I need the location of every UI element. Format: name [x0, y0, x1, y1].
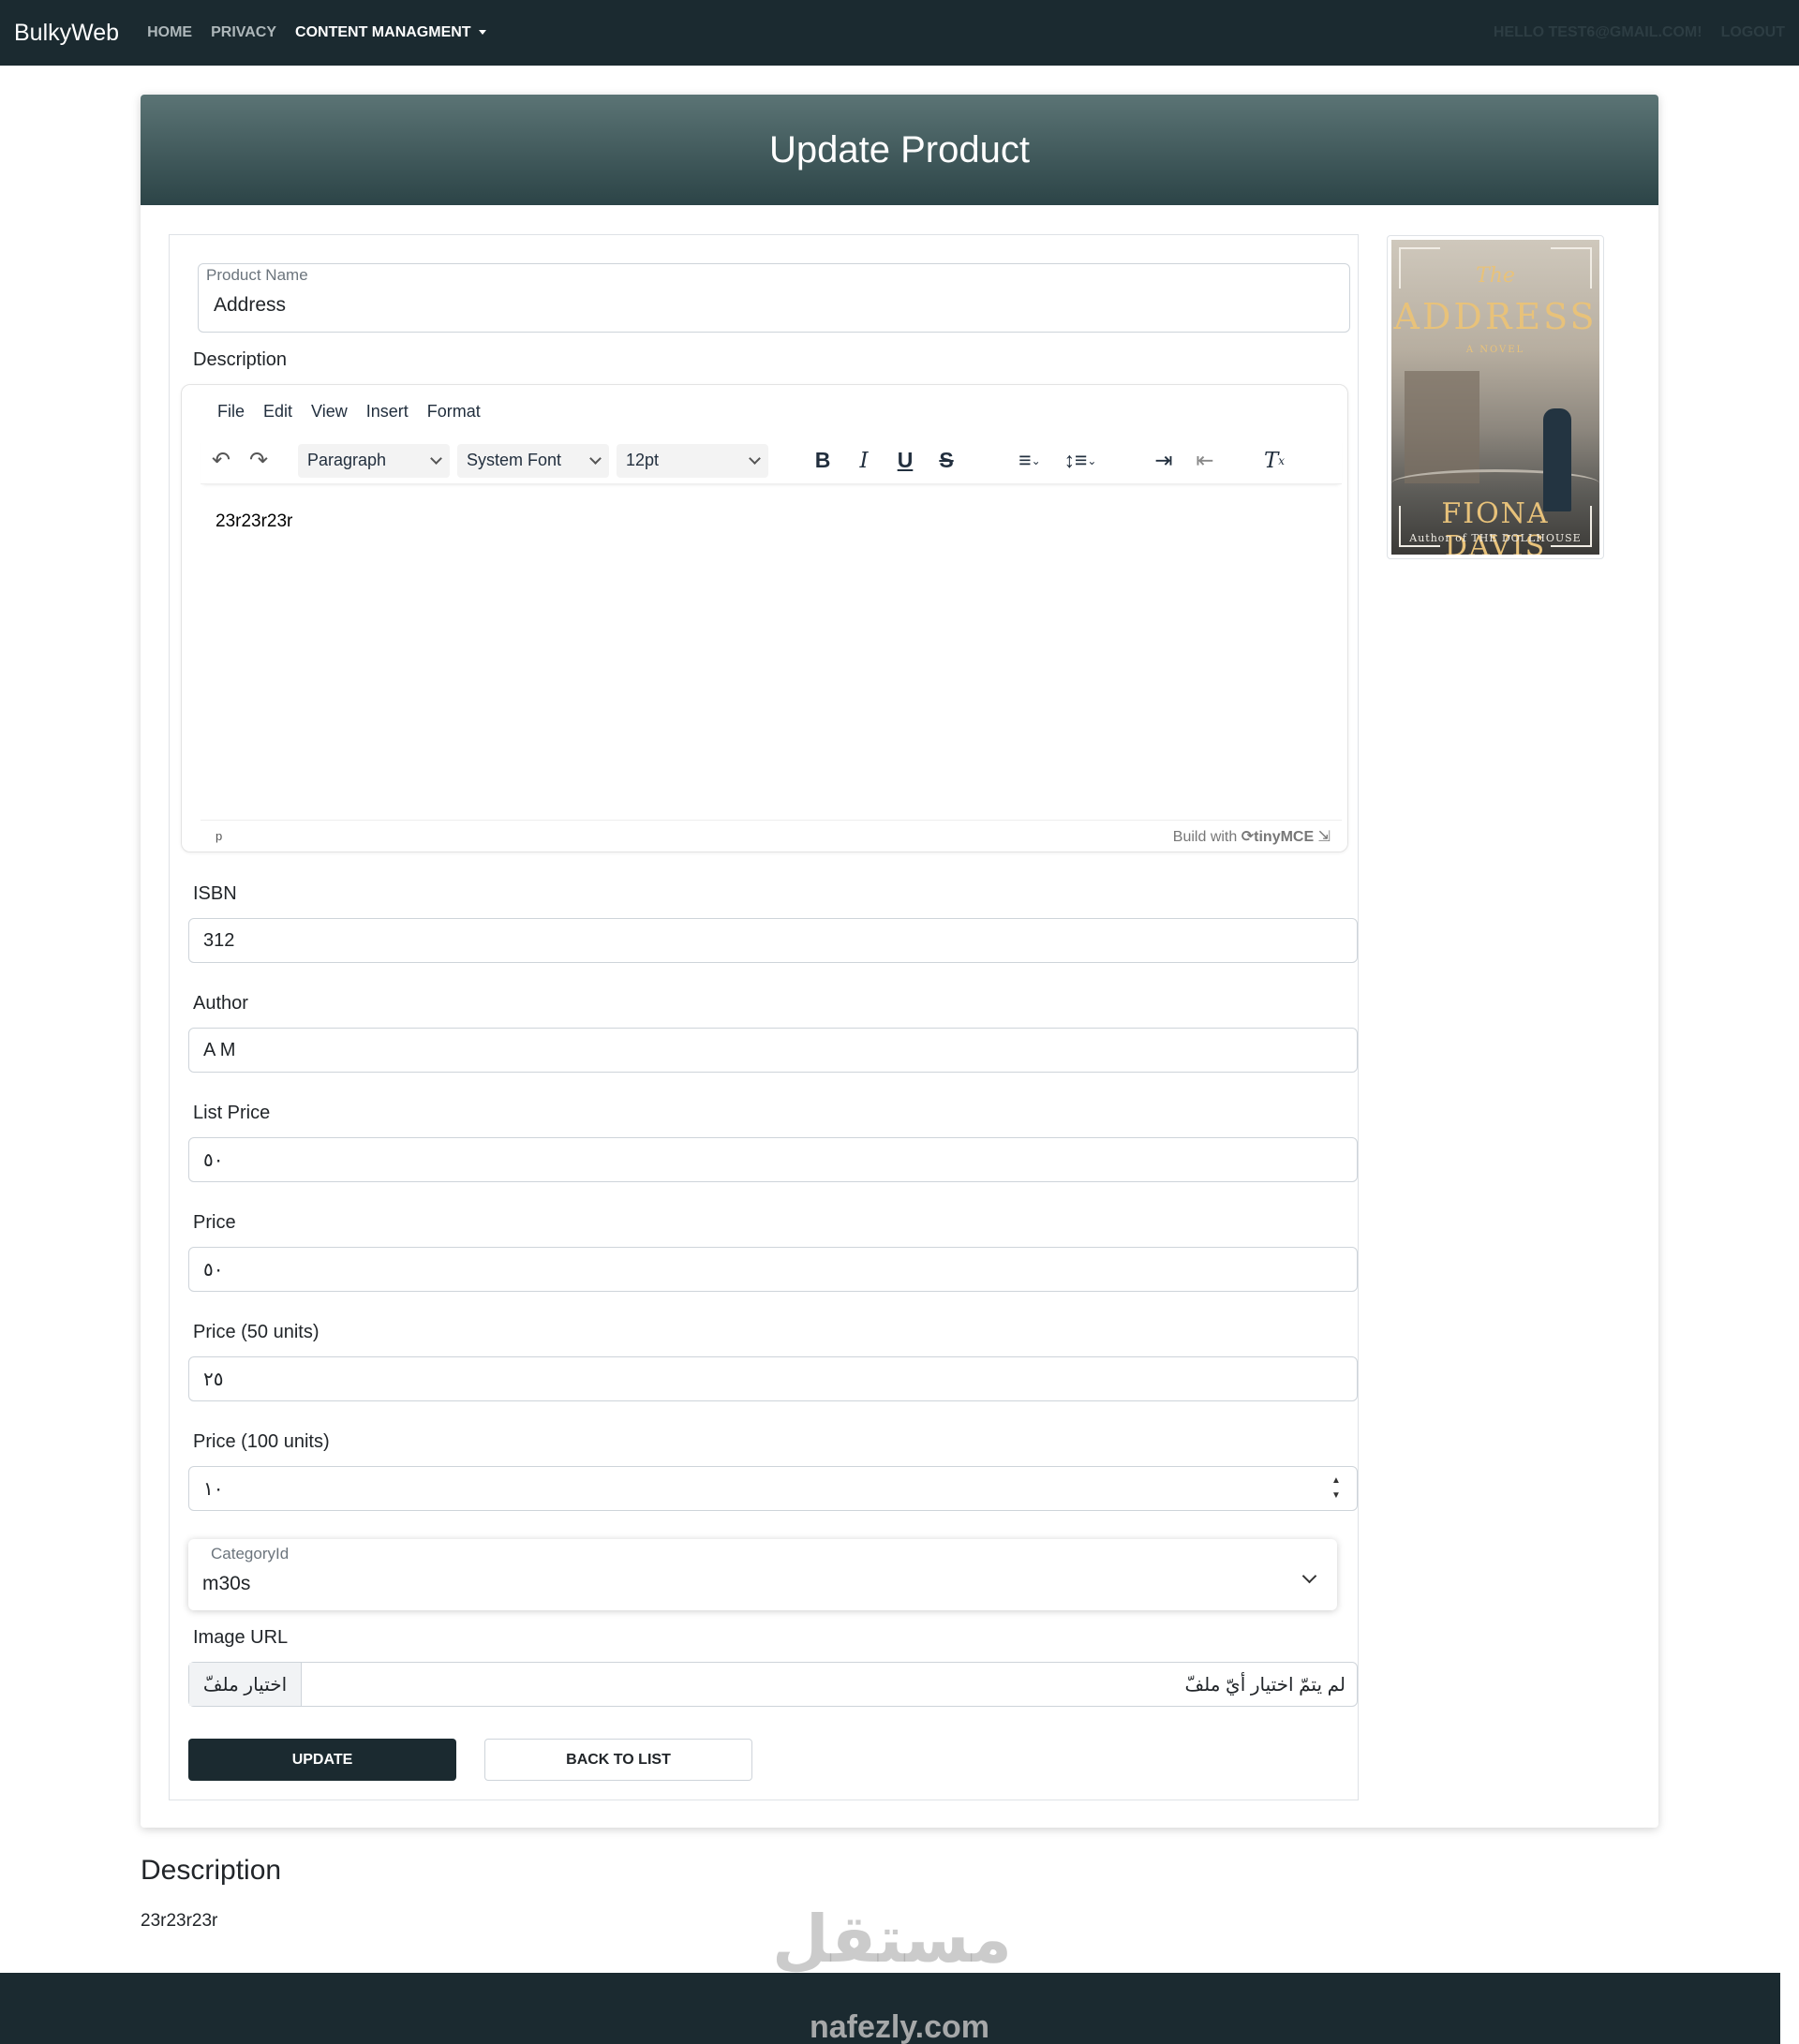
font-size-value: 12pt — [626, 451, 660, 469]
author-label: Author — [193, 993, 248, 1014]
caret-down-icon — [478, 30, 486, 36]
back-to-list-button[interactable]: Back To List — [484, 1739, 752, 1781]
editor-menubar: File Edit View Insert Format — [217, 402, 481, 422]
price-100-label: Price (100 units) — [193, 1431, 330, 1452]
nav-privacy[interactable]: Privacy — [211, 24, 276, 41]
product-name-field[interactable]: Product Name Address — [198, 263, 1350, 333]
number-spinner[interactable]: ▲ ▼ — [1329, 1475, 1344, 1502]
bold-icon[interactable]: B — [802, 444, 843, 478]
isbn-label: ISBN — [193, 883, 237, 904]
align-left-icon[interactable]: ≡ ⌄ — [1004, 444, 1055, 478]
tinymce-branding[interactable]: Build with ⟳tinyMCE ⇲ — [1173, 827, 1331, 846]
choose-file-button[interactable]: اختيار ملفّ — [189, 1663, 302, 1706]
nav-content-management-dropdown[interactable]: Content Managment — [295, 24, 486, 41]
menu-edit[interactable]: Edit — [263, 402, 292, 422]
resize-handle-icon[interactable]: ⇲ — [1318, 829, 1331, 845]
product-image-frame: The ADDRESS A NOVEL FIONA DAVIS Author o… — [1387, 235, 1604, 559]
block-format-select[interactable]: Paragraph — [298, 443, 450, 478]
menu-file[interactable]: File — [217, 402, 245, 422]
description-label: Description — [193, 349, 288, 370]
menu-format[interactable]: Format — [427, 402, 481, 422]
price-100-value: ١٠ — [203, 1478, 224, 1500]
italic-icon[interactable]: I — [843, 444, 885, 478]
product-name-label: Product Name — [204, 266, 310, 285]
branding-name: tinyMCE — [1254, 828, 1315, 845]
font-family-select[interactable]: System Font — [457, 443, 609, 478]
font-family-value: System Font — [467, 451, 562, 469]
price-50-label: Price (50 units) — [193, 1322, 320, 1342]
navbar: BulkyWeb Home Privacy Content Managment … — [0, 0, 1799, 66]
watermark-arabic: مستقل — [771, 1903, 1012, 1976]
spinner-down-icon[interactable]: ▼ — [1331, 1490, 1341, 1502]
price-input[interactable]: ٥٠ — [188, 1247, 1358, 1292]
rich-text-editor: File Edit View Insert Format ↶ ↷ Paragra… — [181, 384, 1348, 852]
watermark-latin: nafezly.com — [809, 2009, 990, 2044]
editor-statusbar: p Build with ⟳tinyMCE ⇲ — [201, 820, 1342, 852]
price-100-input[interactable]: ١٠ ▲ ▼ — [188, 1466, 1358, 1511]
watermark-logo: مستقل nafezly.com — [771, 1902, 1012, 2044]
cover-the: The — [1476, 264, 1515, 288]
category-value: m30s — [202, 1573, 251, 1594]
cover-title: ADDRESS — [1393, 296, 1598, 337]
undo-icon[interactable]: ↶ — [202, 444, 240, 478]
cover-subtitle: A NOVEL — [1465, 345, 1525, 355]
chevron-down-icon — [589, 452, 602, 465]
file-status-text: لم يتمّ اختيار أيّ ملفّ — [302, 1663, 1357, 1706]
isbn-input[interactable]: 312 — [188, 918, 1358, 963]
editor-toolbar: ↶ ↷ Paragraph System Font 12pt B I U S ≡… — [201, 437, 1342, 484]
clear-formatting-icon[interactable]: Tx — [1254, 444, 1295, 478]
nav-home[interactable]: Home — [147, 24, 192, 41]
indent-icon[interactable]: ⇥ — [1143, 444, 1184, 478]
chevron-down-icon — [749, 452, 761, 465]
chevron-down-icon — [430, 452, 442, 465]
cover-figure — [1543, 408, 1571, 511]
book-cover-image: The ADDRESS A NOVEL FIONA DAVIS Author o… — [1391, 240, 1599, 555]
description-text: 23r23r23r — [141, 1911, 218, 1931]
update-product-card: Update Product Product Name Address Desc… — [141, 95, 1658, 1828]
underline-icon[interactable]: U — [885, 444, 926, 478]
cover-tagline: Author of THE DOLLHOUSE — [1409, 532, 1582, 544]
nav-content-management-label: Content Managment — [295, 24, 471, 40]
card-header: Update Product — [141, 95, 1658, 205]
spinner-up-icon[interactable]: ▲ — [1331, 1475, 1341, 1487]
menu-view[interactable]: View — [311, 402, 348, 422]
editor-content-area[interactable]: 23r23r23r — [216, 511, 292, 532]
back-to-list-label: Back To List — [566, 1751, 671, 1768]
category-select[interactable]: CategoryId m30s — [188, 1539, 1337, 1610]
price-label: Price — [193, 1212, 236, 1233]
element-path[interactable]: p — [216, 829, 222, 843]
page-title: Update Product — [769, 128, 1030, 170]
branding-prefix: Build with — [1172, 828, 1238, 845]
list-price-input[interactable]: ٥٠ — [188, 1137, 1358, 1182]
file-status-label: لم يتمّ اختيار أيّ ملفّ — [1184, 1674, 1346, 1696]
line-height-icon[interactable]: ↕≡ ⌄ — [1055, 444, 1106, 478]
redo-icon[interactable]: ↷ — [240, 444, 277, 478]
logout-link[interactable]: Logout — [1721, 24, 1785, 41]
cover-building — [1405, 371, 1479, 483]
outdent-icon[interactable]: ⇤ — [1184, 444, 1226, 478]
strikethrough-icon[interactable]: S — [926, 444, 967, 478]
image-file-input[interactable]: اختيار ملفّ لم يتمّ اختيار أيّ ملفّ — [188, 1662, 1358, 1707]
nav-right: Hello test6@gmail.com! Logout — [1494, 24, 1785, 41]
update-button[interactable]: Update — [188, 1739, 456, 1781]
chevron-down-icon — [1301, 1568, 1317, 1584]
image-url-label: Image URL — [193, 1627, 289, 1648]
description-heading: Description — [141, 1855, 282, 1886]
block-format-value: Paragraph — [307, 451, 387, 469]
font-size-select[interactable]: 12pt — [617, 443, 768, 478]
user-greeting-link[interactable]: Hello test6@gmail.com! — [1494, 24, 1702, 41]
cover-author: FIONA DAVIS — [1441, 497, 1550, 555]
author-input[interactable]: A M — [188, 1028, 1358, 1073]
menu-insert[interactable]: Insert — [366, 402, 409, 422]
product-name-value: Address — [214, 294, 287, 316]
tinymce-logo-icon: ⟳ — [1241, 828, 1255, 845]
brand-logo[interactable]: BulkyWeb — [14, 20, 119, 47]
update-button-label: Update — [291, 1751, 353, 1768]
list-price-label: List Price — [193, 1103, 271, 1123]
product-form: Product Name Address Description File Ed… — [169, 234, 1359, 1800]
price-50-input[interactable]: ٢٥ — [188, 1356, 1358, 1401]
category-label: CategoryId — [211, 1545, 290, 1563]
